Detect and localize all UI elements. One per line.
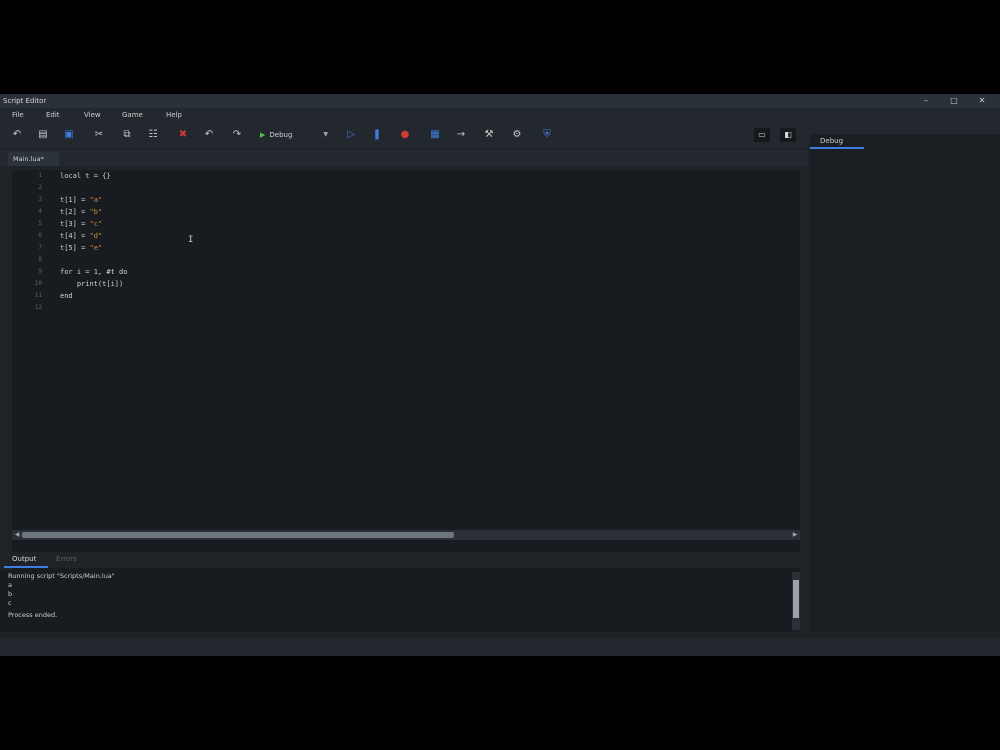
tab-debug-underline bbox=[810, 147, 864, 149]
script-editor-window: Script Editor – □ ✕ File Edit View Game … bbox=[0, 94, 1000, 656]
tab-errors[interactable]: Errors bbox=[56, 552, 77, 566]
output-line: c bbox=[8, 599, 12, 607]
redo-icon[interactable]: ↷ bbox=[230, 128, 244, 142]
save-icon[interactable]: ▣ bbox=[62, 128, 76, 142]
stop-icon[interactable]: ● bbox=[398, 128, 412, 142]
output-scrollbar-thumb[interactable] bbox=[793, 580, 799, 618]
line-number: 5 bbox=[38, 220, 42, 227]
step-into-icon[interactable]: ▷ bbox=[344, 128, 358, 142]
code-line: end bbox=[60, 292, 73, 300]
menu-bar: File Edit View Game Help bbox=[0, 108, 1000, 122]
horizontal-scrollbar[interactable]: ◀ ▶ bbox=[12, 530, 800, 540]
paste-icon[interactable]: ☷ bbox=[146, 128, 160, 142]
open-folder-icon[interactable]: ▤ bbox=[36, 128, 50, 142]
line-number: 3 bbox=[38, 196, 42, 203]
line-number: 10 bbox=[34, 280, 42, 287]
code-line: for i = 1, #t do bbox=[60, 268, 128, 276]
output-vertical-scrollbar[interactable] bbox=[792, 572, 800, 630]
undo-icon[interactable]: ↶ bbox=[202, 128, 216, 142]
output-line: Process ended. bbox=[8, 611, 58, 619]
status-bar bbox=[0, 638, 1000, 656]
file-tab-main[interactable]: Main.lua* bbox=[8, 152, 59, 166]
line-number: 1 bbox=[38, 172, 42, 179]
line-number: 4 bbox=[38, 208, 42, 215]
line-number: 12 bbox=[34, 304, 42, 311]
output-line: a bbox=[8, 581, 12, 589]
bottom-panel-tabs: Output Errors bbox=[0, 552, 808, 568]
copy-icon[interactable]: ⧉ bbox=[120, 128, 134, 142]
line-number: 9 bbox=[38, 268, 42, 275]
scroll-right-icon[interactable]: ▶ bbox=[790, 530, 800, 540]
code-line: t[5] = "e" bbox=[60, 244, 103, 252]
minimize-icon[interactable]: – bbox=[912, 94, 940, 108]
menu-help[interactable]: Help bbox=[166, 108, 182, 122]
layout-single-icon[interactable]: ▭ bbox=[754, 128, 770, 142]
scrollbar-thumb[interactable] bbox=[22, 532, 454, 538]
code-line: t[4] = "d" bbox=[60, 232, 103, 240]
layout-split-icon[interactable]: ◧ bbox=[780, 128, 796, 142]
play-icon: ▶ bbox=[260, 131, 266, 139]
menu-file[interactable]: File bbox=[12, 108, 24, 122]
output-line: b bbox=[8, 590, 13, 598]
text-cursor-icon: I bbox=[188, 235, 194, 245]
scroll-left-icon[interactable]: ◀ bbox=[12, 530, 22, 540]
close-icon[interactable]: ✕ bbox=[968, 94, 996, 108]
code-line: t[3] = "c" bbox=[60, 220, 103, 228]
line-number: 7 bbox=[38, 244, 42, 251]
step-over-icon[interactable]: → bbox=[454, 128, 468, 142]
chevron-down-icon: ▼ bbox=[323, 131, 328, 138]
maximize-icon[interactable]: □ bbox=[940, 94, 968, 108]
settings-gear-icon[interactable]: ⚙ bbox=[510, 128, 524, 142]
build-config-select[interactable]: ▶ Debug ▼ bbox=[256, 128, 332, 142]
breakpoint-icon[interactable]: ▦ bbox=[428, 128, 442, 142]
code-line: t[2] = "b" bbox=[60, 208, 103, 216]
line-number: 11 bbox=[34, 292, 42, 299]
build-config-label: Debug bbox=[269, 131, 293, 139]
line-number: 2 bbox=[38, 184, 42, 191]
code-line: t[1] = "a" bbox=[60, 196, 103, 204]
line-number: 8 bbox=[38, 256, 42, 263]
tools-icon[interactable]: ⚒ bbox=[482, 128, 496, 142]
cut-icon[interactable]: ✂ bbox=[92, 128, 106, 142]
output-line: Running script "Scripts/Main.lua" bbox=[8, 572, 115, 580]
menu-edit[interactable]: Edit bbox=[46, 108, 60, 122]
line-number: 6 bbox=[38, 232, 42, 239]
window-title: Script Editor bbox=[3, 97, 47, 105]
code-line: local t = {} bbox=[60, 172, 111, 180]
menu-view[interactable]: View bbox=[84, 108, 101, 122]
debug-panel: Debug bbox=[810, 134, 1000, 632]
tab-output-underline bbox=[4, 566, 48, 568]
shield-icon[interactable]: ⛨ bbox=[540, 128, 554, 142]
code-line: print(t[i]) bbox=[60, 280, 124, 288]
pause-icon[interactable]: ❚ bbox=[370, 128, 384, 142]
new-file-icon[interactable]: ↶ bbox=[10, 128, 24, 142]
tab-debug[interactable]: Debug bbox=[820, 134, 843, 148]
menu-game[interactable]: Game bbox=[122, 108, 143, 122]
delete-icon[interactable]: ✖ bbox=[176, 128, 190, 142]
file-tab-strip: Main.lua* bbox=[0, 150, 808, 166]
tab-output[interactable]: Output bbox=[12, 552, 36, 566]
title-bar: Script Editor – □ ✕ bbox=[0, 94, 1000, 108]
output-console: Running script "Scripts/Main.lua" a b c … bbox=[0, 570, 800, 632]
